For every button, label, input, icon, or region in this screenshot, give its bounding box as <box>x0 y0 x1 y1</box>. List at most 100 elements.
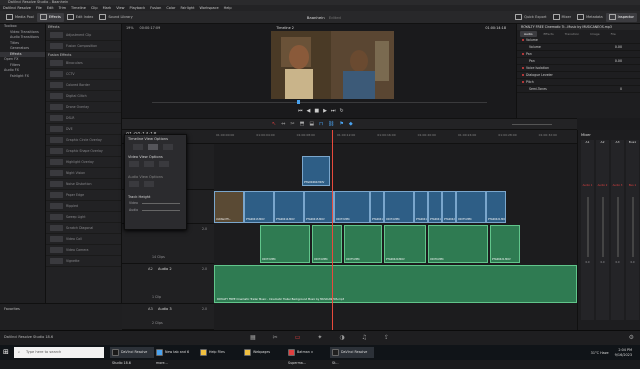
timeline-clip-v1[interactable]: C0075.MP4 <box>456 191 486 223</box>
loop-icon[interactable]: ↻ <box>339 108 343 114</box>
project-settings-icon[interactable]: ⚙ <box>629 334 634 341</box>
edit-page-icon[interactable]: ▭ <box>295 334 301 341</box>
timeline-clip-a1[interactable]: PTG00420.MOV <box>384 225 426 263</box>
color-page-icon[interactable]: ◑ <box>339 334 344 341</box>
zoom-level[interactable]: 19% <box>126 26 134 30</box>
play-icon[interactable]: ▶ <box>323 108 327 114</box>
mixer-fader[interactable] <box>586 197 589 257</box>
media-pool-button[interactable]: Media Pool <box>3 13 37 22</box>
waveform-half-button[interactable] <box>144 181 154 187</box>
overwrite-clip-icon[interactable]: ⬓ <box>309 121 314 127</box>
fusion-effect-item[interactable]: Vignette <box>46 256 121 267</box>
track-header-a3[interactable]: A3 Audio 3 2 Clips 2.0 <box>122 304 214 330</box>
tree-item-fairlight-fx[interactable]: Fairlight FX <box>0 74 45 80</box>
reverse-play-icon[interactable]: ◀ <box>307 108 311 114</box>
waveform-full-button[interactable] <box>129 181 139 187</box>
track-header-a1[interactable]: A1Audio 114 Clips2.0 <box>122 224 214 264</box>
timeline-clip-v1[interactable]: PTG00417.MOV <box>414 191 428 223</box>
link-icon[interactable]: ⛓ <box>328 121 334 127</box>
timeline-clip-v1[interactable]: C0073.MP4 <box>334 191 370 223</box>
fusion-effect-item[interactable]: DVE <box>46 124 121 135</box>
enable-dot-icon[interactable] <box>522 39 524 41</box>
fusion-effect-item[interactable]: Night Vision <box>46 168 121 179</box>
inspector-tab-image[interactable]: Image <box>586 31 603 37</box>
timeline-clip-v2[interactable]: PTG00460.MOV <box>302 156 330 186</box>
insert-clip-icon[interactable]: ⬒ <box>300 121 305 127</box>
timeline-clip-a1[interactable]: PTG00421.MOV <box>490 225 520 263</box>
scrubber-bar[interactable] <box>152 102 487 103</box>
timeline-clip-a2[interactable]: ROYALTY FREE Cinematic Trailer Music - C… <box>214 265 577 303</box>
snapping-icon[interactable]: ⊓ <box>319 121 323 127</box>
mixer-fader[interactable] <box>601 197 604 257</box>
selection-tool-icon[interactable]: ↖ <box>272 121 276 127</box>
mixer-channel-strip[interactable]: A1 Audio 1 0.0 <box>581 140 594 320</box>
timeline-clip-v1[interactable]: C0074.MP4 <box>384 191 414 223</box>
timeline-clip-v1[interactable]: PTG00420.MOV <box>442 191 456 223</box>
fairlight-page-icon[interactable]: ♫ <box>362 334 367 341</box>
timeline-clip-v1[interactable]: PTG00416.MOV <box>370 191 384 223</box>
fusion-effect-item[interactable]: Colored Border <box>46 80 121 91</box>
taskbar-app-button[interactable]: New tab and 6 more... <box>154 347 198 365</box>
media-page-icon[interactable]: ▦ <box>250 334 256 341</box>
fusion-page-icon[interactable]: ✦ <box>317 334 322 341</box>
taskbar-app-button[interactable]: Batman v Superma... <box>286 347 330 365</box>
edit-index-button[interactable]: Edit Index <box>64 13 97 22</box>
fusion-effect-item[interactable]: Paper Edge <box>46 190 121 201</box>
fusion-effect-item[interactable]: DSLR <box>46 113 121 124</box>
timeline-clip-v1[interactable]: PTG00414.MOV <box>274 191 304 223</box>
inspector-tab-transition[interactable]: Transition <box>561 31 584 37</box>
zoom-slider[interactable] <box>512 124 552 125</box>
enable-dot-icon[interactable] <box>522 67 524 69</box>
inspector-row[interactable]: Semi-Tones 0 <box>517 86 640 93</box>
inspector-row[interactable]: Pan 0.00 <box>517 58 640 65</box>
fusion-effect-item[interactable]: Video Camera <box>46 245 121 256</box>
fusion-effect-item[interactable]: Sweep Light <box>46 212 121 223</box>
enable-dot-icon[interactable] <box>522 53 524 55</box>
stacked-view-button[interactable] <box>148 144 158 150</box>
stop-icon[interactable]: ■ <box>314 108 319 114</box>
fusion-effect-item[interactable]: Graphic Shape Overlay <box>46 146 121 157</box>
subtitle-view-button[interactable] <box>163 144 173 150</box>
effect-item[interactable]: Fusion Composition <box>46 41 121 52</box>
playhead[interactable] <box>332 130 333 330</box>
inspector-row-value[interactable]: 0.00 <box>615 58 622 64</box>
fusion-effect-item[interactable]: Scratch Diagonal <box>46 223 121 234</box>
sound-library-button[interactable]: Sound Library <box>96 13 135 22</box>
timeline-clip-a1[interactable]: C0073.MP4 <box>260 225 310 263</box>
inspector-row-value[interactable]: 0.00 <box>615 44 622 50</box>
taskbar-search-box[interactable]: ⌕ Type here to search <box>14 347 104 358</box>
blade-tool-icon[interactable]: ✂ <box>290 121 294 127</box>
effect-item[interactable]: Adjustment Clip <box>46 30 121 41</box>
timeline-ruler[interactable]: 01:00:00:00 01:00:04:00 01:00:08:00 01:00:1… <box>214 130 577 144</box>
thumbnail-button[interactable] <box>144 161 154 167</box>
timeline-clip-a1[interactable]: C0074.MP4 <box>312 225 342 263</box>
film-strip-view-button[interactable] <box>133 144 143 150</box>
timeline-clip-v1[interactable]: PTG00413.MOV <box>244 191 274 223</box>
fusion-effect-item[interactable]: Digital Glitch <box>46 91 121 102</box>
scrubber-handle[interactable] <box>297 100 300 104</box>
marker-icon[interactable]: ◆ <box>349 121 353 127</box>
taskbar-app-button[interactable]: DaVinci Resolve Studio 18.6 <box>110 347 154 365</box>
enable-dot-icon[interactable] <box>522 74 524 76</box>
mixer-channel-strip[interactable]: A2 Audio 2 0.0 <box>596 140 609 320</box>
trim-tool-icon[interactable]: ⇔ <box>281 121 285 127</box>
weather-widget[interactable]: 31°C Haze <box>591 351 609 355</box>
clock[interactable]: 2:04 PM 9/16/2023 <box>615 348 632 357</box>
effects-button[interactable]: Effects <box>36 12 64 22</box>
timeline-clip-v1[interactable]: PTG00419.MOV <box>428 191 442 223</box>
mixer-fader[interactable] <box>631 197 634 257</box>
mixer-channel-strip[interactable]: A3 Audio 3 0.0 <box>611 140 624 320</box>
fusion-effect-item[interactable]: Highlight Overlay <box>46 157 121 168</box>
track-header-a2[interactable]: A2 Audio 2 1 Clip 2.0 <box>122 264 214 304</box>
inspector-tab-effects[interactable]: Effects <box>540 31 558 37</box>
inspector-row-value[interactable]: 0 <box>620 86 622 92</box>
video-preview[interactable] <box>271 31 394 99</box>
inspector-button[interactable]: Inspector <box>605 12 637 22</box>
deliver-page-icon[interactable]: ⇪ <box>384 334 389 341</box>
metadata-button[interactable]: Metadata <box>574 13 606 22</box>
mixer-channel-strip[interactable]: Bus1 Bus 1 0.0 <box>626 140 639 320</box>
fusion-effect-item[interactable]: Noise Distortion <box>46 179 121 190</box>
inspector-row[interactable]: Pan <box>517 51 640 58</box>
inspector-row[interactable]: Volume 0.00 <box>517 44 640 51</box>
fusion-effect-item[interactable]: Video Call <box>46 234 121 245</box>
